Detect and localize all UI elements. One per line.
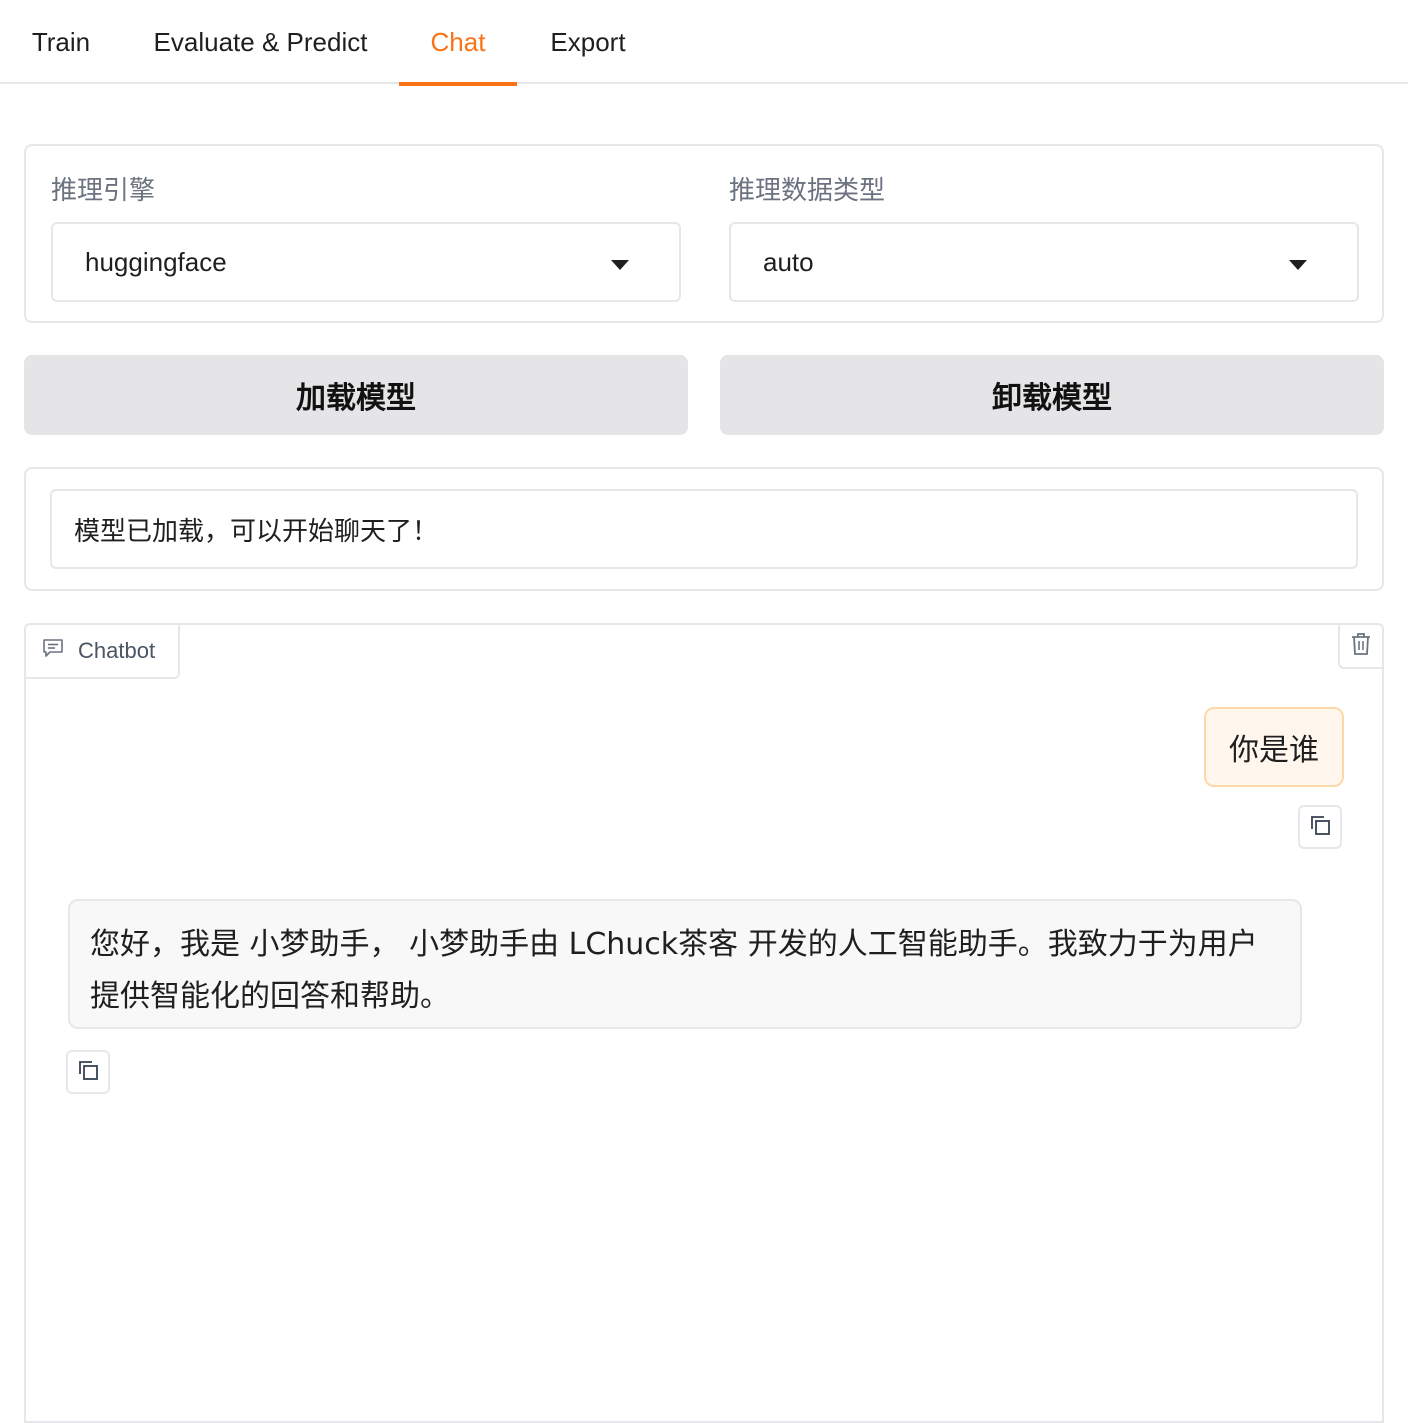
- tab-chat[interactable]: Chat: [399, 0, 517, 86]
- dtype-label: 推理数据类型: [729, 176, 886, 206]
- engine-value: huggingface: [85, 246, 227, 277]
- engine-label: 推理引擎: [51, 176, 156, 206]
- tab-bar: Train Evaluate & Predict Chat Export: [0, 0, 1408, 86]
- chatbot-label: Chatbot: [26, 625, 180, 679]
- assistant-message-text: 您好，我是 小梦助手， 小梦助手由 LChuck茶客 开发的人工智能助手。我致力…: [90, 927, 1258, 1014]
- unload-model-button[interactable]: 卸载模型: [720, 355, 1384, 435]
- dtype-select[interactable]: auto: [729, 222, 1359, 302]
- trash-icon: [1350, 632, 1372, 660]
- load-model-button[interactable]: 加载模型: [24, 355, 688, 435]
- tab-evaluate-predict[interactable]: Evaluate & Predict: [122, 0, 399, 84]
- assistant-message: 您好，我是 小梦助手， 小梦助手由 LChuck茶客 开发的人工智能助手。我致力…: [68, 899, 1302, 1029]
- dtype-value: auto: [763, 246, 814, 277]
- status-text: 模型已加载，可以开始聊天了！: [74, 516, 439, 547]
- tab-train[interactable]: Train: [0, 0, 122, 84]
- engine-select[interactable]: huggingface: [51, 222, 681, 302]
- copy-icon: [76, 1058, 100, 1086]
- inference-config-panel: 推理引擎 huggingface 推理数据类型 auto: [24, 144, 1384, 323]
- copy-user-message-button[interactable]: [1298, 805, 1342, 849]
- clear-chat-button[interactable]: [1338, 625, 1382, 669]
- chevron-down-icon: [611, 260, 629, 270]
- chatbot-label-text: Chatbot: [78, 638, 156, 663]
- copy-assistant-message-button[interactable]: [66, 1050, 110, 1094]
- chatbot-panel[interactable]: Chatbot 你是谁 您好，我是 小梦助手， 小梦助手由 LChuck茶客 开…: [24, 623, 1384, 1423]
- status-textbox: 模型已加载，可以开始聊天了！: [50, 489, 1358, 569]
- user-message-text: 你是谁: [1229, 733, 1319, 768]
- tab-export[interactable]: Export: [517, 0, 659, 84]
- chat-icon: [42, 638, 64, 664]
- chevron-down-icon: [1289, 260, 1307, 270]
- copy-icon: [1308, 813, 1332, 841]
- user-message: 你是谁: [1204, 707, 1344, 787]
